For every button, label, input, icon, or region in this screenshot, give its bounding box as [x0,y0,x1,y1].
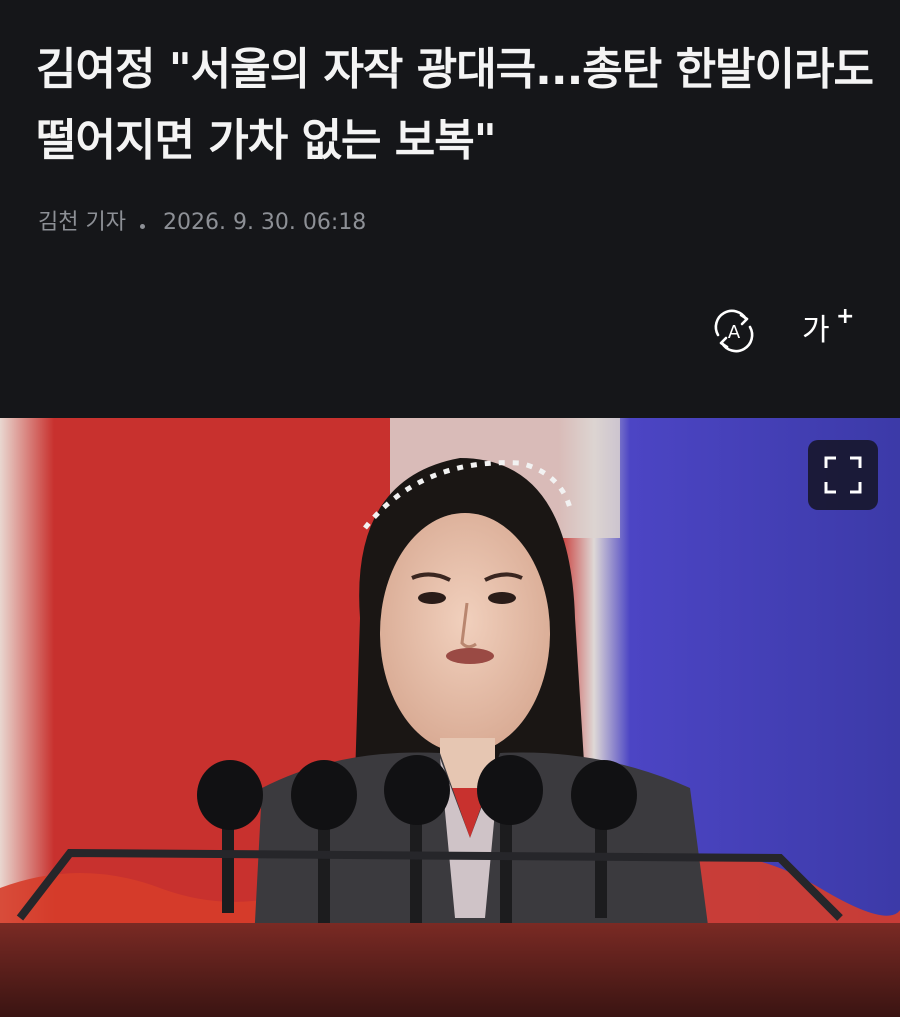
expand-photo-button[interactable] [808,440,878,510]
face [380,513,550,753]
left-eye [418,592,446,604]
article-header: 김여정 "서울의 자작 광대극...총탄 한발이라도 떨어지면 가차 없는 보복… [0,0,900,418]
expand-icon [824,456,862,494]
separator-dot [139,223,145,229]
article-photo[interactable] [0,418,900,1017]
font-size-label: 가 [802,313,830,348]
reporter-name: 김천 기자 [38,210,126,235]
font-size-plus: + [836,304,855,329]
auto-translate-button[interactable]: A [708,305,760,357]
speaker-photo [0,418,900,1017]
font-size-button[interactable]: 가 + [802,304,854,357]
article-title: 김여정 "서울의 자작 광대극...총탄 한발이라도 떨어지면 가차 없는 보복… [36,44,874,166]
auto-refresh-icon: A [714,309,754,353]
mouth [446,648,494,664]
right-eye [488,592,516,604]
auto-letter: A [728,322,741,343]
article-byline: 김천 기자 2026. 9. 30. 06:18 [38,208,366,238]
publish-datetime: 2026. 9. 30. 06:18 [162,210,367,235]
podium [0,923,900,1017]
